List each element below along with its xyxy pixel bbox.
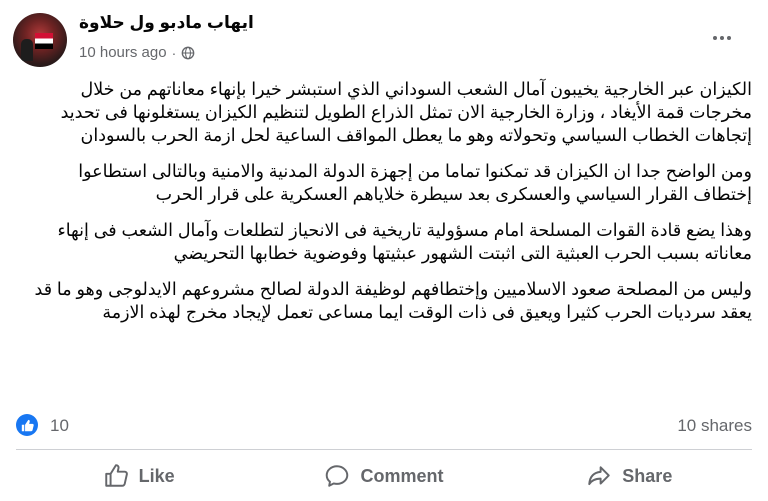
reaction-stats: 10 10 shares <box>16 412 752 440</box>
more-options-icon[interactable] <box>704 26 740 50</box>
comment-icon <box>326 465 349 487</box>
avatar[interactable] <box>13 13 67 67</box>
more-dot <box>727 36 731 40</box>
globe-icon[interactable] <box>181 46 195 60</box>
comment-button[interactable]: Comment <box>261 455 506 497</box>
thumbs-up-icon <box>104 464 128 487</box>
more-dot <box>713 36 717 40</box>
divider <box>16 449 752 450</box>
post-paragraph: وهذا يضع قادة القوات المسلحة امام مسؤولي… <box>57 220 752 263</box>
share-count[interactable]: 10 shares <box>677 416 752 436</box>
like-button[interactable]: Like <box>16 455 261 497</box>
post-text: الكيزان عبر الخارجية يخيبون آمال الشعب ا… <box>16 78 752 337</box>
share-button[interactable]: Share <box>507 455 752 497</box>
like-label: Like <box>138 465 175 486</box>
post-paragraph: وليس من المصلحة صعود الاسلاميين وإختطافه… <box>34 279 752 322</box>
post-timestamp[interactable]: 10 hours ago <box>79 44 167 61</box>
post-paragraph: الكيزان عبر الخارجية يخيبون آمال الشعب ا… <box>60 79 752 145</box>
flag-image <box>35 33 53 49</box>
post-meta: 10 hours ago · <box>79 44 195 61</box>
share-label: Share <box>622 465 673 486</box>
post-header: ايهاب مادبو ول حلاوة 10 hours ago · <box>0 0 768 72</box>
post-paragraph: ومن الواضح جدا ان الكيزان قد تمكنوا تمام… <box>78 161 752 204</box>
author-name[interactable]: ايهاب مادبو ول حلاوة <box>79 13 254 33</box>
share-icon <box>588 466 611 486</box>
action-bar: Like Comment Share <box>16 455 752 497</box>
comment-label: Comment <box>360 465 444 486</box>
more-dot <box>720 36 724 40</box>
like-count[interactable]: 10 <box>50 416 69 436</box>
avatar-figure <box>21 39 33 61</box>
meta-separator: · <box>171 44 177 61</box>
like-reaction-icon[interactable] <box>16 414 38 436</box>
